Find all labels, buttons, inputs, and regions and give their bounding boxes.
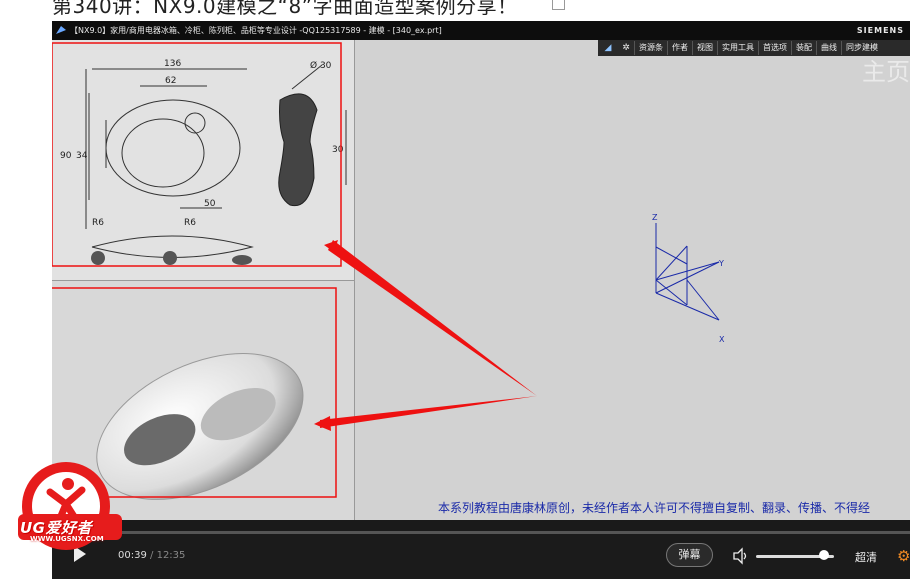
ugsnx-watermark-logo <box>18 462 122 550</box>
nx-brand: SIEMENS <box>856 26 904 35</box>
nx-graphics-window[interactable]: 136 62 90 34 50 Ø 30 30 R6 R6 主页 Z Y X 本… <box>52 40 910 520</box>
copyright-notice: 本系列教程由唐康林原创，未经作者本人许可不得擅自复制、翻录、传播、不得经 <box>438 501 871 515</box>
duration: 12:35 <box>156 550 186 561</box>
player-controls: 00:39 / 12:35 弹幕 超清 ⚙ <box>52 534 910 579</box>
watermark-url: WWW.UGSNX.COM <box>30 535 104 543</box>
video-player[interactable]: 【NX9.0】家用/商用电器冰箱、冷柜、陈列柜、品柜等专业设计 -QQ12531… <box>52 21 910 579</box>
toolbar-item[interactable]: 首选项 <box>758 41 791 55</box>
toolbar-item[interactable]: 视图 <box>692 41 717 55</box>
quality-selector[interactable]: 超清 <box>855 549 877 565</box>
annotation-layer: Z Y X <box>314 213 725 431</box>
gear-icon[interactable]: ✲ <box>618 41 634 55</box>
settings-icon[interactable]: ⚙ <box>897 547 910 565</box>
nx-logo-icon <box>56 26 66 34</box>
axis-x-label: X <box>719 335 725 344</box>
toolbar-item[interactable]: 同步建模 <box>841 41 882 55</box>
toolbar-item[interactable]: 作者 <box>667 41 692 55</box>
page-title: 第340讲：NX9.0建模之“8”字曲面造型案例分享！ <box>52 0 518 18</box>
toolbar-item[interactable]: 实用工具 <box>717 41 758 55</box>
nx-toolbar: ◢ ✲ 资源条 作者 视图 实用工具 首选项 装配 曲线 同步建模 <box>598 40 910 56</box>
copy-icon[interactable] <box>552 0 565 10</box>
time-separator: / <box>150 550 154 561</box>
axis-y-label: Y <box>718 259 724 268</box>
nx-launch-icon[interactable]: ◢ <box>600 41 616 55</box>
nx-window-title: 【NX9.0】家用/商用电器冰箱、冷柜、陈列柜、品柜等专业设计 -QQ12531… <box>70 26 442 35</box>
volume-slider-handle[interactable] <box>818 550 829 560</box>
toolbar-item[interactable]: 资源条 <box>634 41 667 55</box>
axis-z-label: Z <box>652 213 658 222</box>
csys-triad <box>655 223 720 321</box>
volume-icon[interactable] <box>732 547 750 565</box>
nx-titlebar: 【NX9.0】家用/商用电器冰箱、冷柜、陈列柜、品柜等专业设计 -QQ12531… <box>52 21 910 40</box>
danmaku-toggle-button[interactable]: 弹幕 <box>666 543 713 567</box>
toolbar-item[interactable]: 曲线 <box>816 41 841 55</box>
toolbar-item[interactable]: 装配 <box>791 41 816 55</box>
